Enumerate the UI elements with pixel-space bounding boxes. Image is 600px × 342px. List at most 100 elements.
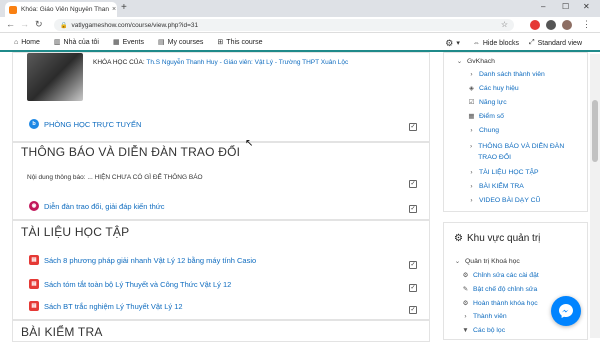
back-arrow-icon[interactable]: ← <box>6 19 15 29</box>
sidebar-item-label: Điểm số <box>479 112 504 120</box>
caret-down-icon: ▾ <box>456 40 460 47</box>
pdf-file-icon: ▤ <box>29 301 39 311</box>
teacher-photo <box>27 53 83 101</box>
expand-icon: ⤢ <box>529 39 535 46</box>
sidebar-item-documents[interactable]: › TÀI LIỆU HỌC TẬP <box>468 169 539 176</box>
browser-menu-icon[interactable]: ⋮ <box>582 19 591 30</box>
teacher-prefix: KHÓA HỌC CỦA: <box>93 59 147 66</box>
sidebar-item-label: Năng lực <box>479 98 507 106</box>
nav-user[interactable]: ⌄ GvKhach <box>456 57 495 66</box>
moodle-favicon-icon <box>9 5 17 14</box>
messenger-chat-button[interactable] <box>551 296 581 326</box>
forum-icon: ◉ <box>29 201 39 211</box>
profile-avatar[interactable] <box>562 20 572 30</box>
admin-item-course-completion[interactable]: ⚙ Hoàn thành khóa học <box>462 299 538 308</box>
nav-events[interactable]: ▦ Events <box>112 38 144 47</box>
forward-arrow-icon[interactable]: → <box>20 19 29 29</box>
bigbluebutton-icon: b <box>29 119 39 129</box>
nav-home[interactable]: ⌂ Home <box>14 39 40 46</box>
document-activity[interactable]: ▤ Sách BT trắc nghiệm Lý Thuyết Vật Lý 1… <box>29 301 183 311</box>
admin-item-users[interactable]: › Thành viên <box>462 313 507 320</box>
forum-activity[interactable]: ◉ Diễn đàn trao đổi, giải đáp kiến thức <box>29 201 165 211</box>
completion-checkbox[interactable]: ✓ <box>409 261 417 269</box>
admin-item-edit-settings[interactable]: ⚙ Chỉnh sửa các cài đặt <box>462 271 539 280</box>
sidebar-item-label: VIDEO BÀI DẠY CŨ <box>479 197 541 204</box>
nav-my-home[interactable]: ▥ Nhà của tôi <box>54 38 99 47</box>
scrollbar-thumb[interactable] <box>592 100 598 162</box>
completion-checkbox[interactable]: ✓ <box>409 123 417 131</box>
table-icon: ▦ <box>468 113 475 120</box>
bookmark-star-icon[interactable]: ☆ <box>501 20 508 29</box>
pdf-file-icon: ▤ <box>29 279 39 289</box>
extension-icon[interactable] <box>546 20 556 30</box>
url-input[interactable]: 🔒 vatlygameshow.com/course/view.php?id=3… <box>54 19 514 31</box>
close-window-button[interactable]: ✕ <box>583 2 590 11</box>
nav-my-courses[interactable]: ▤ My courses <box>158 38 204 47</box>
nav-this-course[interactable]: ⊞ This course <box>217 38 263 47</box>
nav-this-course-label: This course <box>226 38 263 46</box>
navigation-block: ⌄ GvKhach › Danh sách thành viên ◈ Các huy … <box>443 52 588 212</box>
completion-checkbox[interactable]: ✓ <box>409 284 417 292</box>
caret-down-icon: ⌄ <box>456 58 463 65</box>
sidebar-item-quiz[interactable]: › BÀI KIỂM TRA <box>468 183 524 190</box>
sidebar-item-announcements[interactable]: › THÔNG BÁO VÀ DIỄN ĐÀN TRAO ĐỔI <box>468 141 584 163</box>
gear-icon: ⚙ <box>454 233 463 244</box>
standard-view-button[interactable]: ⤢ Standard view <box>529 39 582 47</box>
admin-item-course-admin[interactable]: ⌄ Quản trị Khoá học <box>454 257 520 266</box>
hide-blocks-button[interactable]: ⇔ Hide blocks <box>473 40 519 47</box>
document-link[interactable]: Sách tóm tắt toàn bộ Lý Thuyết và Công T… <box>44 280 231 289</box>
caret-down-icon: ⌄ <box>454 258 461 265</box>
document-activity[interactable]: ▤ Sách tóm tắt toàn bộ Lý Thuyết và Công… <box>29 279 231 289</box>
document-activity[interactable]: ▤ Sách 8 phương pháp giải nhanh Vật Lý 1… <box>29 255 256 265</box>
notice-text: Nội dung thông báo: ... HIỆN CHƯA CÓ GÌ … <box>27 174 203 181</box>
completion-checkbox[interactable]: ✓ <box>409 306 417 314</box>
calendar-icon: ▦ <box>112 39 120 46</box>
pencil-icon: ✎ <box>462 286 469 293</box>
teacher-name-link[interactable]: Th.S Nguyễn Thanh Huy - Giáo viên: Vật L… <box>146 59 348 66</box>
reload-icon[interactable]: ↻ <box>35 19 43 30</box>
browser-tab[interactable]: Khóa: Giáo Viên Nguyễn Thanh ... × <box>5 2 117 17</box>
sidebar-item-grades[interactable]: ▦ Điểm số <box>468 112 504 121</box>
sidebar-item-label: THÔNG BÁO VÀ DIỄN ĐÀN TRAO ĐỔI <box>478 143 565 161</box>
extension-icon[interactable] <box>530 20 540 30</box>
new-tab-button[interactable]: + <box>121 2 127 13</box>
url-text: vatlygameshow.com/course/view.php?id=31 <box>71 21 199 29</box>
sidebar-item-label: BÀI KIỂM TRA <box>479 183 524 190</box>
admin-item-label: Các bộ lọc <box>473 327 506 334</box>
maximize-button[interactable]: ☐ <box>562 2 569 11</box>
announcements-section: THÔNG BÁO VÀ DIỄN ĐÀN TRAO ĐỔI Nội dung … <box>12 142 430 220</box>
online-room-activity[interactable]: b PHÒNG HỌC TRỰC TUYẾN <box>29 119 141 129</box>
admin-item-label: Thành viên <box>473 313 507 320</box>
section-title: TÀI LIỆU HỌC TẬP <box>21 225 130 239</box>
sidebar-item-participants[interactable]: › Danh sách thành viên <box>468 71 545 78</box>
online-room-link[interactable]: PHÒNG HỌC TRỰC TUYẾN <box>44 120 141 129</box>
mouse-cursor-icon: ↖ <box>245 138 254 149</box>
admin-item-label: Bật chế độ chỉnh sửa <box>473 285 538 293</box>
browser-tab-bar: Khóa: Giáo Viên Nguyễn Thanh ... × + – ☐… <box>0 0 600 17</box>
chevron-right-icon: › <box>470 183 473 190</box>
sidebar-item-label: Danh sách thành viên <box>479 71 545 78</box>
document-link[interactable]: Sách BT trắc nghiệm Lý Thuyết Vật Lý 12 <box>44 302 183 311</box>
sidebar-item-badges[interactable]: ◈ Các huy hiệu <box>468 84 519 93</box>
forum-link[interactable]: Diễn đàn trao đổi, giải đáp kiến thức <box>44 202 165 211</box>
settings-menu[interactable]: ⚙ ▾ <box>445 38 463 49</box>
page-scrollbar[interactable] <box>590 54 600 338</box>
sitemap-icon: ⊞ <box>217 39 224 46</box>
nav-my-courses-label: My courses <box>167 38 204 46</box>
completion-checkbox[interactable]: ✓ <box>409 180 417 188</box>
address-bar-row: ← → ↻ 🔒 vatlygameshow.com/course/view.ph… <box>0 17 600 33</box>
document-link[interactable]: Sách 8 phương pháp giải nhanh Vật Lý 12 … <box>44 256 256 265</box>
nav-home-label: Home <box>21 38 40 46</box>
completion-checkbox[interactable]: ✓ <box>409 205 417 213</box>
sidebar-item-label: TÀI LIỆU HỌC TẬP <box>479 169 539 176</box>
admin-item-filters[interactable]: ▼ Các bộ lọc <box>462 327 505 334</box>
sidebar-item-competencies[interactable]: ☑ Năng lực <box>468 98 507 107</box>
pdf-file-icon: ▤ <box>29 255 39 265</box>
minimize-button[interactable]: – <box>541 2 545 11</box>
sidebar-item-videos[interactable]: › VIDEO BÀI DẠY CŨ <box>468 197 540 204</box>
admin-item-turn-editing-on[interactable]: ✎ Bật chế độ chỉnh sửa <box>462 285 538 294</box>
tab-close-icon[interactable]: × <box>112 6 116 13</box>
quiz-section: BÀI KIỂM TRA <box>12 320 430 342</box>
sidebar-item-general[interactable]: › Chung <box>468 127 499 134</box>
collapse-icon: ⇔ <box>472 39 480 47</box>
